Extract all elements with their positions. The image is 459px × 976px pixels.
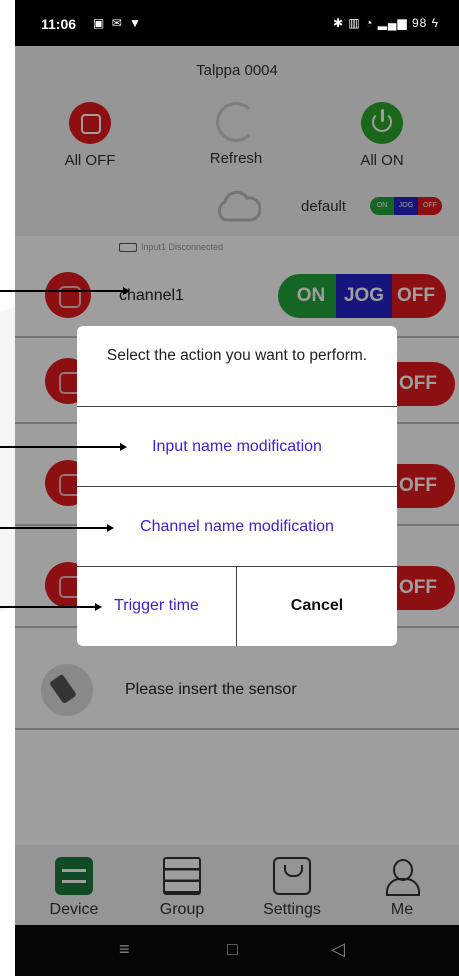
- annotation-arrow: [0, 603, 102, 611]
- cancel-button[interactable]: Cancel: [237, 567, 397, 646]
- system-status-icons: ✱ ▥ ◔ ▂▄▆ 98 ϟ: [333, 16, 439, 30]
- annotation-arrow: [0, 287, 130, 295]
- status-time: 11:06: [41, 16, 77, 32]
- action-dialog: Select the action you want to perform. I…: [77, 326, 397, 646]
- annotation-arrow: [0, 524, 114, 532]
- notification-icons: ▣ ✉ ▼: [93, 16, 143, 30]
- dialog-footer: Trigger time Cancel: [77, 566, 397, 646]
- channel-name-modification-label: Channel name modification: [140, 518, 334, 535]
- back-icon[interactable]: ◁: [331, 939, 345, 960]
- dialog-message: Select the action you want to perform.: [106, 347, 368, 364]
- phone-screen: 11:06 ▣ ✉ ▼ ✱ ▥ ◔ ▂▄▆ 98 ϟ Talppa 0004 A…: [15, 0, 459, 976]
- channel-name-modification-option[interactable]: Channel name modification: [77, 486, 397, 566]
- status-bar: 11:06 ▣ ✉ ▼ ✱ ▥ ◔ ▂▄▆ 98 ϟ: [15, 0, 459, 46]
- menu-icon[interactable]: ≡: [119, 939, 130, 960]
- home-icon[interactable]: □: [227, 939, 238, 960]
- screen: 11:06 ▣ ✉ ▼ ✱ ▥ ◔ ▂▄▆ 98 ϟ Talppa 0004 A…: [0, 0, 459, 976]
- system-navigation-bar: ≡ □ ◁: [15, 925, 459, 976]
- annotation-arrow: [0, 443, 127, 451]
